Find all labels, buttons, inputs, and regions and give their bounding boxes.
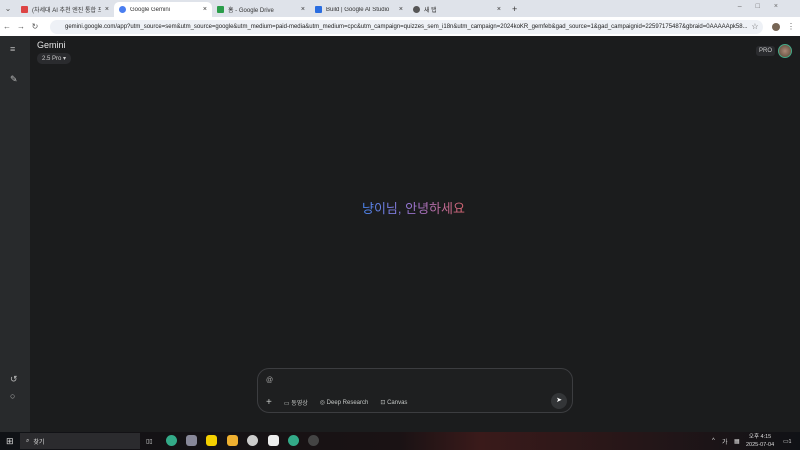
- back-button[interactable]: ←: [0, 22, 14, 31]
- send-icon: ➤: [556, 397, 562, 404]
- tray-chevron-icon[interactable]: ^: [712, 438, 715, 444]
- pro-badge: PRO: [756, 46, 776, 56]
- settings-icon[interactable]: ○: [10, 391, 15, 401]
- sidebar: ≡ ✎ ↺ ○: [0, 36, 30, 432]
- tab-strip: ⌄ (차세대 AI 추천 엔진 통합 프로× Google Gemini× 홈 …: [0, 0, 800, 17]
- chatgpt-icon[interactable]: [247, 435, 258, 446]
- url-input[interactable]: gemini.google.com/app?utm_source=sem&utm…: [50, 19, 763, 34]
- close-tab-icon[interactable]: ×: [399, 6, 403, 13]
- menu-hamburger-icon[interactable]: ≡: [10, 44, 15, 54]
- tab-3[interactable]: Build | Google AI Studio ×: [310, 2, 408, 17]
- search-icon: ⌕: [26, 437, 30, 444]
- ai-studio-icon: [315, 6, 322, 13]
- tab-1[interactable]: Google Gemini ×: [114, 2, 212, 17]
- deep-research-button[interactable]: ◎ Deep Research: [320, 399, 369, 406]
- close-tab-icon[interactable]: ×: [301, 6, 305, 13]
- menu-icon[interactable]: ⋮: [784, 22, 798, 31]
- gmail-icon: [21, 6, 28, 13]
- calendar-icon: ▦: [734, 438, 740, 445]
- profile-avatar[interactable]: [772, 22, 780, 31]
- canvas-button[interactable]: ⊡ Canvas: [380, 399, 407, 406]
- notification-button[interactable]: ▭1: [783, 438, 791, 445]
- deep-research-icon: ◎: [319, 400, 327, 406]
- gemini-icon: [119, 6, 126, 13]
- start-button[interactable]: ⊞: [6, 436, 14, 447]
- tab-2[interactable]: 홈 - Google Drive ×: [212, 2, 310, 17]
- taskbar-search[interactable]: ⌕ 찾기: [20, 433, 140, 449]
- account-avatar[interactable]: [778, 44, 792, 58]
- chrome-icon: [413, 6, 420, 13]
- bookmark-star-icon[interactable]: ☆: [748, 22, 762, 31]
- new-tab-button[interactable]: +: [512, 4, 517, 14]
- forward-button[interactable]: →: [14, 22, 28, 31]
- reload-button[interactable]: ↻: [28, 22, 42, 31]
- notion-icon[interactable]: [268, 435, 279, 446]
- clock[interactable]: 오후 4:15 2025-07-04: [746, 433, 774, 449]
- kakaotalk-icon[interactable]: [206, 435, 217, 446]
- video-tool-button[interactable]: ▭ 동영상: [284, 398, 308, 407]
- window-controls[interactable]: –□×: [738, 3, 792, 10]
- app-title: Gemini: [37, 40, 66, 50]
- activity-history-icon[interactable]: ↺: [10, 374, 18, 385]
- greeting: 냥이님, 안녕하세요: [362, 198, 465, 217]
- close-tab-icon[interactable]: ×: [203, 6, 207, 13]
- send-button[interactable]: ➤: [551, 393, 567, 409]
- tab-4[interactable]: 새 탭 ×: [408, 2, 506, 17]
- add-file-button[interactable]: +: [266, 397, 272, 408]
- address-bar-row: ← → ↻ gemini.google.com/app?utm_source=s…: [0, 17, 800, 36]
- app-icon[interactable]: [186, 435, 197, 446]
- prompt-input[interactable]: @: [266, 377, 273, 384]
- obs-icon[interactable]: [308, 435, 319, 446]
- taskbar: ⊞ ⌕ 찾기 ▯▯ ^ 가 ▦ 오후 4:15 2025-07-04 ▭1: [0, 432, 800, 450]
- prompt-box[interactable]: @ + ▭ 동영상 ◎ Deep Research ⊡ Canvas ➤: [257, 368, 573, 413]
- chrome-icon[interactable]: [288, 435, 299, 446]
- tab-0[interactable]: (차세대 AI 추천 엔진 통합 프로×: [16, 2, 114, 17]
- drive-icon: [217, 6, 224, 13]
- file-explorer-icon[interactable]: [227, 435, 238, 446]
- close-tab-icon[interactable]: ×: [497, 6, 501, 13]
- new-chat-icon[interactable]: ✎: [10, 74, 18, 85]
- ime-indicator[interactable]: 가: [722, 437, 728, 446]
- model-selector[interactable]: 2.5 Pro ▾: [37, 53, 72, 64]
- tab-search-button[interactable]: ⌄: [0, 4, 16, 13]
- task-view-icon[interactable]: ▯▯: [146, 438, 153, 445]
- close-tab-icon[interactable]: ×: [105, 6, 109, 13]
- chrome-icon[interactable]: [166, 435, 177, 446]
